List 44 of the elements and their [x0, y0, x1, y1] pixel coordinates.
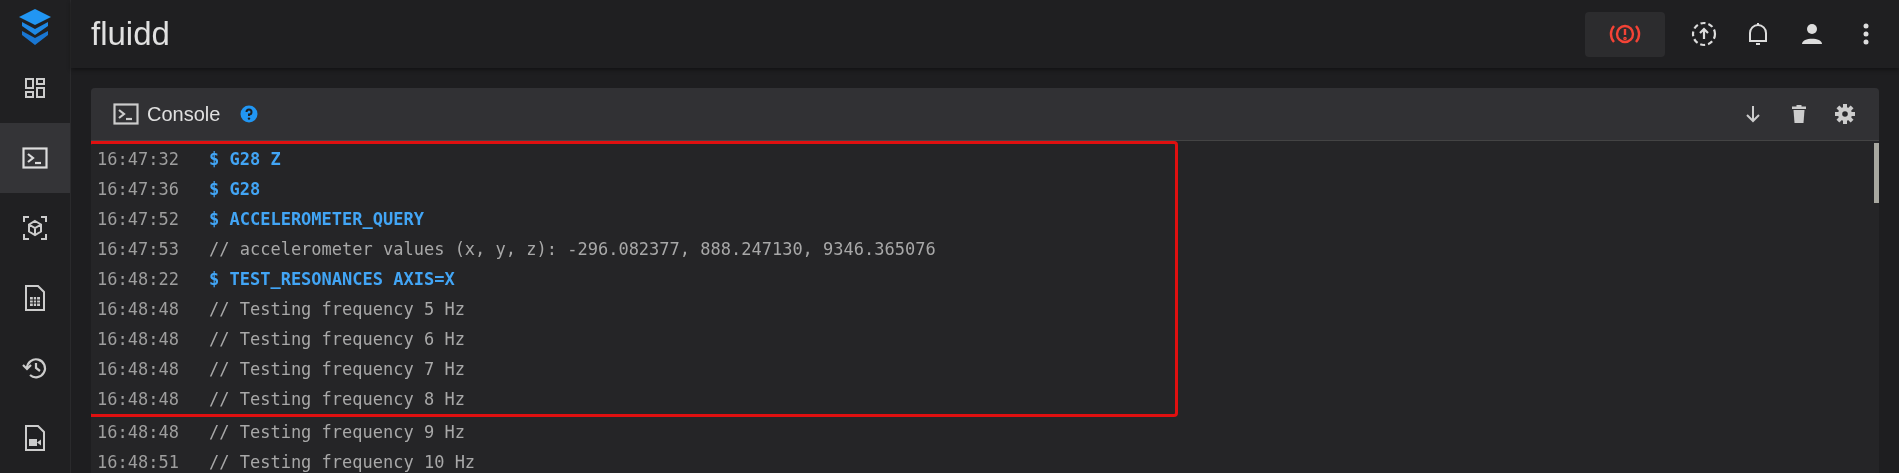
response-text: // Testing frequency 7 Hz	[209, 359, 465, 379]
trash-icon	[1791, 105, 1807, 123]
response-text: // Testing frequency 5 Hz	[209, 299, 465, 319]
settings-icon	[1835, 104, 1855, 124]
document-icon	[25, 285, 45, 311]
upload-icon	[1691, 21, 1717, 47]
emergency-stop-button[interactable]	[1585, 11, 1665, 57]
more-icon	[1863, 23, 1869, 45]
dashboard-icon	[24, 77, 46, 99]
logo-icon	[18, 6, 52, 47]
bell-icon	[1746, 21, 1770, 47]
command-text: $ ACCELEROMETER_QUERY	[209, 209, 424, 229]
timestamp: 16:48:22	[97, 269, 180, 289]
cube-icon	[22, 215, 48, 241]
terminal-icon	[113, 103, 139, 125]
nav-item[interactable]	[0, 123, 70, 193]
terminal-icon	[22, 147, 48, 169]
timestamp: 16:47:52	[97, 209, 180, 229]
alert-icon	[1609, 22, 1641, 46]
response-text: // Testing frequency 10 Hz	[209, 452, 476, 472]
command-text: $ TEST_RESONANCES AXIS=X	[209, 269, 455, 289]
app-title: fluidd	[91, 15, 170, 53]
video-file-icon	[25, 425, 45, 451]
command-text: $ G28	[209, 179, 261, 199]
timestamp: 16:48:48	[97, 329, 180, 349]
timestamp: 16:48:48	[97, 422, 180, 442]
scrollbar[interactable]	[1874, 143, 1879, 203]
response-text: // accelerometer values (x, y, z): -296.082377, 888.247130, 9346.365076	[209, 239, 936, 259]
response-text: // Testing frequency 8 Hz	[209, 389, 465, 409]
timestamp: 16:47:36	[97, 179, 180, 199]
history-icon	[22, 356, 48, 380]
command-text: $ G28 Z	[209, 149, 281, 169]
user-icon	[1801, 23, 1823, 45]
help-icon[interactable]	[240, 105, 259, 123]
down-arrow-icon	[1745, 105, 1761, 123]
timestamp: 16:48:48	[97, 359, 180, 379]
response-text: // Testing frequency 6 Hz	[209, 329, 465, 349]
response-text: // Testing frequency 9 Hz	[209, 422, 465, 442]
timestamp: 16:47:53	[97, 239, 180, 259]
timestamp: 16:48:48	[97, 299, 180, 319]
card-title: Console	[147, 102, 221, 126]
timestamp: 16:47:32	[97, 149, 180, 169]
timestamp: 16:48:51	[97, 452, 180, 472]
timestamp: 16:48:48	[97, 389, 180, 409]
